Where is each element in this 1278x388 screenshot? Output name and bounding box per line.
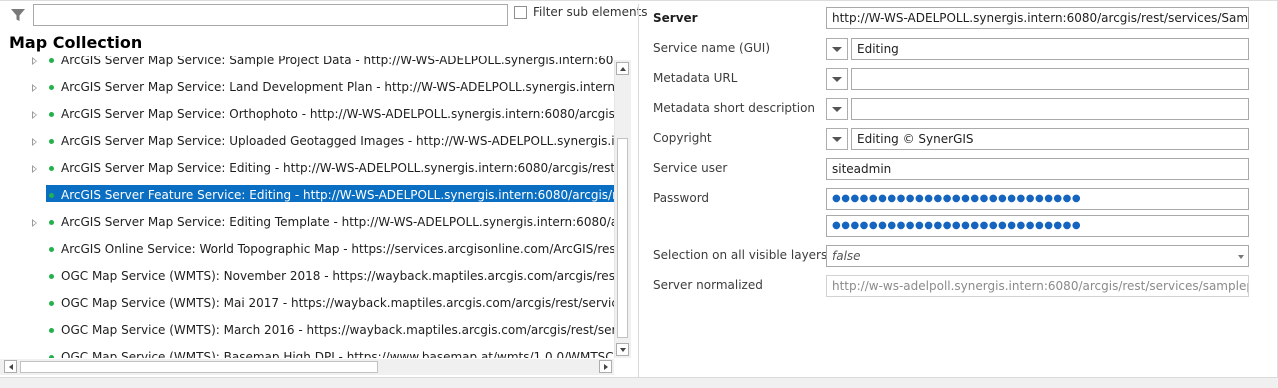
scroll-right-button[interactable] (599, 360, 612, 373)
service-user-field[interactable]: siteadmin (826, 158, 1249, 180)
filter-sub-elements-checkbox[interactable] (514, 6, 527, 19)
server-normalized-label: Server normalized (653, 278, 763, 292)
tree-item-label: ArcGIS Server Map Service: Sample Projec… (61, 56, 614, 67)
copyright-label: Copyright (653, 131, 712, 145)
expand-arrow-icon[interactable] (32, 219, 37, 227)
status-dot-icon (49, 166, 54, 171)
status-dot-icon (49, 328, 54, 333)
tree-item-label: ArcGIS Server Map Service: Uploaded Geot… (61, 134, 614, 148)
service-name-label: Service name (GUI) (653, 41, 770, 55)
status-dot-icon (49, 220, 54, 225)
tree-item-label: OGC Map Service (WMTS): November 2018 - … (61, 269, 614, 283)
arrow-right-icon (604, 364, 608, 370)
chevron-down-icon (832, 47, 842, 52)
password-label: Password (653, 191, 710, 205)
status-dot-icon (49, 85, 54, 90)
tree-vertical-scrollbar[interactable] (614, 60, 631, 358)
selection-value: false (832, 249, 861, 263)
status-dot-icon (49, 355, 54, 358)
server-label: Server (653, 11, 698, 25)
status-dot-icon (49, 58, 54, 63)
server-field[interactable]: http://W-WS-ADELPOLL.synergis.intern:608… (826, 7, 1249, 29)
tree-item[interactable]: OGC Map Service (WMTS): Mai 2017 - https… (0, 295, 614, 317)
server-normalized-field: http://w-ws-adelpoll.synergis.intern:608… (826, 275, 1249, 297)
metadata-url-label: Metadata URL (653, 71, 738, 85)
metadata-desc-field[interactable] (851, 98, 1249, 120)
status-dot-icon (49, 274, 54, 279)
tree-item-selected[interactable]: ArcGIS Server Feature Service: Editing -… (0, 185, 614, 209)
tree-item[interactable]: ArcGIS Online Service: World Topographic… (0, 241, 614, 263)
service-name-field[interactable]: Editing (851, 38, 1249, 60)
tree-item-label: ArcGIS Server Map Service: Land Developm… (61, 80, 614, 94)
map-collection-tree: ArcGIS Server Map Service: Sample Projec… (0, 56, 614, 358)
tree-item[interactable]: ArcGIS Server Map Service: Editing Templ… (0, 214, 614, 236)
tree-item[interactable]: OGC Map Service (WMTS): November 2018 - … (0, 268, 614, 290)
chevron-down-icon (1238, 255, 1244, 259)
chevron-down-icon (832, 137, 842, 142)
copyright-field[interactable]: Editing © SynerGIS (851, 128, 1249, 150)
arrow-left-icon (9, 364, 13, 370)
chevron-down-icon (832, 107, 842, 112)
tree-item[interactable]: ArcGIS Server Map Service: Orthophoto - … (0, 106, 614, 128)
tree-item[interactable]: ArcGIS Server Map Service: Uploaded Geot… (0, 133, 614, 155)
scroll-thumb[interactable] (617, 138, 628, 338)
tree-item-label: ArcGIS Server Map Service: Editing - htt… (61, 161, 614, 175)
scroll-left-button[interactable] (4, 360, 17, 373)
metadata-url-dropdown-button[interactable] (826, 68, 848, 90)
tree-item[interactable]: ArcGIS Server Map Service: Land Developm… (0, 79, 614, 101)
metadata-desc-label: Metadata short description (653, 101, 816, 115)
expand-arrow-icon[interactable] (32, 84, 37, 92)
filter-sub-elements-label: Filter sub elements (533, 5, 648, 19)
filter-input[interactable] (33, 4, 508, 26)
copyright-dropdown-button[interactable] (826, 128, 848, 150)
window-top-border (0, 0, 1278, 1)
tree-item-label: OGC Map Service (WMTS): March 2016 - htt… (61, 323, 614, 337)
scroll-down-button[interactable] (616, 343, 629, 356)
status-dot-icon (49, 112, 54, 117)
status-dot-icon (49, 139, 54, 144)
expand-arrow-icon[interactable] (32, 138, 37, 146)
password-confirm-field[interactable]: ●●●●●●●●●●●●●●●●●●●●●●●●●●● (826, 215, 1249, 237)
status-dot-icon (49, 193, 54, 198)
expand-arrow-icon[interactable] (32, 57, 37, 65)
tree-horizontal-scrollbar[interactable] (0, 359, 614, 375)
panel-splitter[interactable] (638, 4, 639, 378)
tree-item-label: ArcGIS Server Feature Service: Editing -… (61, 188, 614, 202)
tree-item[interactable]: OGC Map Service (WMTS): March 2016 - htt… (0, 322, 614, 344)
service-user-label: Service user (653, 161, 728, 175)
expand-arrow-icon[interactable] (32, 111, 37, 119)
tree-item[interactable]: ArcGIS Server Map Service: Sample Projec… (0, 56, 614, 74)
selection-select[interactable]: false (826, 245, 1249, 267)
status-dot-icon (49, 301, 54, 306)
window-bottom-edge (0, 377, 1278, 388)
filter-icon[interactable] (10, 7, 26, 23)
scroll-thumb[interactable] (20, 361, 378, 373)
arrow-up-icon (620, 67, 626, 71)
tree-item-label: ArcGIS Server Map Service: Editing Templ… (61, 215, 614, 229)
tree-item-label: OGC Map Service (WMTS): Basemap High DPI… (61, 350, 614, 358)
tree-item-label: OGC Map Service (WMTS): Mai 2017 - https… (61, 296, 614, 310)
service-name-dropdown-button[interactable] (826, 38, 848, 60)
password-field[interactable]: ●●●●●●●●●●●●●●●●●●●●●●●●●●● (826, 188, 1249, 210)
scroll-up-button[interactable] (616, 62, 629, 75)
metadata-url-field[interactable] (851, 68, 1249, 90)
selection-label: Selection on all visible layers? (653, 248, 834, 262)
tree-item[interactable]: ArcGIS Server Map Service: Editing - htt… (0, 160, 614, 182)
metadata-desc-dropdown-button[interactable] (826, 98, 848, 120)
arrow-down-icon (620, 348, 626, 352)
tree-item[interactable]: OGC Map Service (WMTS): Basemap High DPI… (0, 349, 614, 358)
panel-title: Map Collection (9, 33, 143, 52)
status-dot-icon (49, 247, 54, 252)
chevron-down-icon (832, 77, 842, 82)
tree-item-label: ArcGIS Server Map Service: Orthophoto - … (61, 107, 614, 121)
expand-arrow-icon[interactable] (32, 165, 37, 173)
tree-item-label: ArcGIS Online Service: World Topographic… (61, 242, 614, 256)
